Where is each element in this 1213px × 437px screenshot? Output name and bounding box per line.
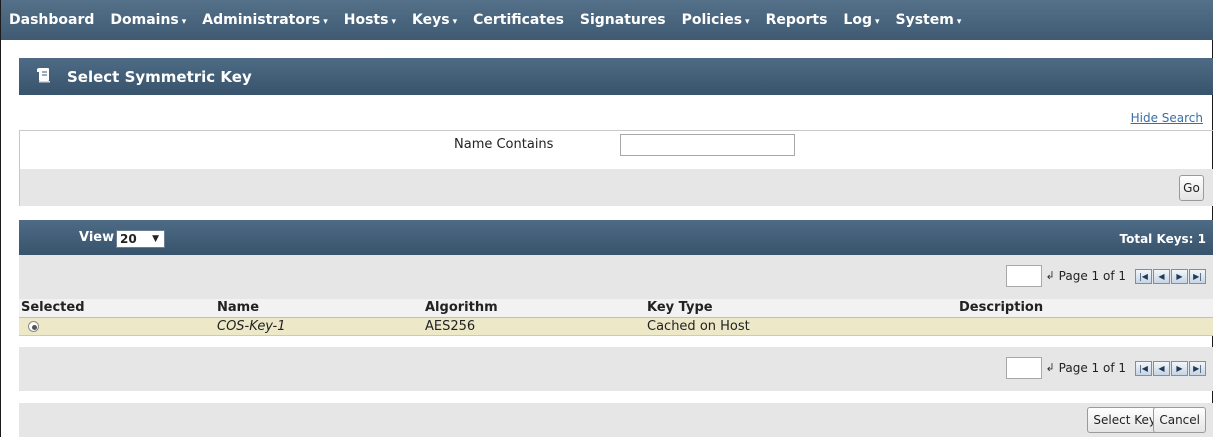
- nav-domains[interactable]: Domains ▾: [110, 12, 186, 28]
- bottom-pager: ↲ Page 1 of 1 |◀ ◀ ▶ ▶|: [1005, 357, 1206, 379]
- list-header-bar: View 20 ▼ Total Keys: 1: [19, 220, 1213, 255]
- nav-log[interactable]: Log ▾: [843, 12, 879, 28]
- previous-page-icon[interactable]: ◀: [1153, 268, 1170, 284]
- algorithm-cell: AES256: [423, 317, 645, 336]
- row-select-radio[interactable]: [28, 320, 39, 332]
- nav-system[interactable]: System ▾: [896, 12, 962, 28]
- chevron-down-icon: ▾: [323, 17, 328, 27]
- page-size-value: 20: [120, 232, 137, 246]
- row-select-cell: [19, 317, 215, 336]
- key-type-cell: Cached on Host: [645, 317, 957, 336]
- nav-reports[interactable]: Reports: [766, 12, 828, 28]
- table-row[interactable]: COS-Key-1 AES256 Cached on Host: [19, 317, 1213, 336]
- keys-table: Selected Name Algorithm Key Type Descrip…: [19, 299, 1213, 336]
- top-pager-band: ↲ Page 1 of 1 |◀ ◀ ▶ ▶|: [19, 255, 1213, 299]
- nav-keys[interactable]: Keys ▾: [412, 12, 457, 28]
- select-key-button[interactable]: Select Key: [1087, 407, 1162, 433]
- chevron-down-icon: ▾: [956, 17, 962, 27]
- chevron-down-icon: ▾: [874, 17, 880, 27]
- nav-signatures[interactable]: Signatures: [580, 12, 666, 28]
- top-nav-bar: Dashboard Domains ▾ Administrators ▾ Hosts…: [1, 0, 1213, 40]
- nav-hosts[interactable]: Hosts ▾: [344, 12, 396, 28]
- column-header-selected: Selected: [19, 299, 215, 318]
- nav-dashboard[interactable]: Dashboard: [9, 12, 94, 28]
- previous-page-icon[interactable]: ◀: [1153, 360, 1170, 376]
- nav-administrators[interactable]: Administrators ▾: [202, 12, 327, 28]
- chevron-down-icon: ▾: [452, 17, 458, 27]
- page-frame: Dashboard Domains ▾ Administrators ▾ Hosts…: [0, 0, 1213, 437]
- chevron-down-icon: ▾: [391, 17, 396, 27]
- page-number-input[interactable]: [1005, 357, 1042, 379]
- enter-arrow-icon[interactable]: ↲: [1044, 361, 1057, 375]
- bottom-pager-band: ↲ Page 1 of 1 |◀ ◀ ▶ ▶|: [19, 347, 1213, 391]
- column-header-algorithm: Algorithm: [423, 299, 645, 318]
- name-contains-input[interactable]: [620, 134, 795, 156]
- cancel-button[interactable]: Cancel: [1153, 407, 1206, 433]
- first-page-icon[interactable]: |◀: [1135, 360, 1152, 376]
- column-header-key-type: Key Type: [645, 299, 957, 318]
- nav-policies[interactable]: Policies ▾: [682, 12, 750, 28]
- page-title-bar: Select Symmetric Key: [19, 58, 1213, 95]
- last-page-icon[interactable]: ▶|: [1189, 360, 1206, 376]
- page-size-select[interactable]: 20 ▼: [116, 230, 165, 248]
- search-panel: Name Contains Go: [19, 130, 1213, 206]
- view-label: View: [79, 230, 115, 245]
- last-page-icon[interactable]: ▶|: [1189, 268, 1206, 284]
- table-header-row: Selected Name Algorithm Key Type Descrip…: [19, 299, 1213, 318]
- page-title: Select Symmetric Key: [67, 67, 252, 86]
- search-label: Name Contains: [454, 137, 554, 152]
- search-button-bar: Go: [20, 169, 1213, 206]
- page-indicator: Page 1 of 1: [1058, 361, 1126, 375]
- total-keys-count: Total Keys: 1: [1119, 232, 1206, 246]
- page-number-input[interactable]: [1005, 265, 1042, 287]
- enter-arrow-icon[interactable]: ↲: [1044, 269, 1057, 283]
- hide-search-link[interactable]: Hide Search: [1131, 111, 1203, 125]
- go-button[interactable]: Go: [1179, 175, 1204, 201]
- first-page-icon[interactable]: |◀: [1135, 268, 1152, 284]
- nav-certificates[interactable]: Certificates: [473, 12, 564, 28]
- column-header-name: Name: [215, 299, 423, 318]
- next-page-icon[interactable]: ▶: [1171, 360, 1188, 376]
- next-page-icon[interactable]: ▶: [1171, 268, 1188, 284]
- chevron-down-icon: ▾: [745, 17, 750, 27]
- key-name-cell: COS-Key-1: [215, 317, 423, 336]
- scroll-icon: [35, 66, 53, 88]
- description-cell: [957, 317, 1213, 336]
- action-bar: Select Key Cancel: [19, 403, 1213, 437]
- chevron-down-icon: ▼: [152, 234, 159, 244]
- top-pager: ↲ Page 1 of 1 |◀ ◀ ▶ ▶|: [1005, 265, 1206, 287]
- column-header-description: Description: [957, 299, 1213, 318]
- chevron-down-icon: ▾: [181, 17, 187, 27]
- page-indicator: Page 1 of 1: [1058, 269, 1126, 283]
